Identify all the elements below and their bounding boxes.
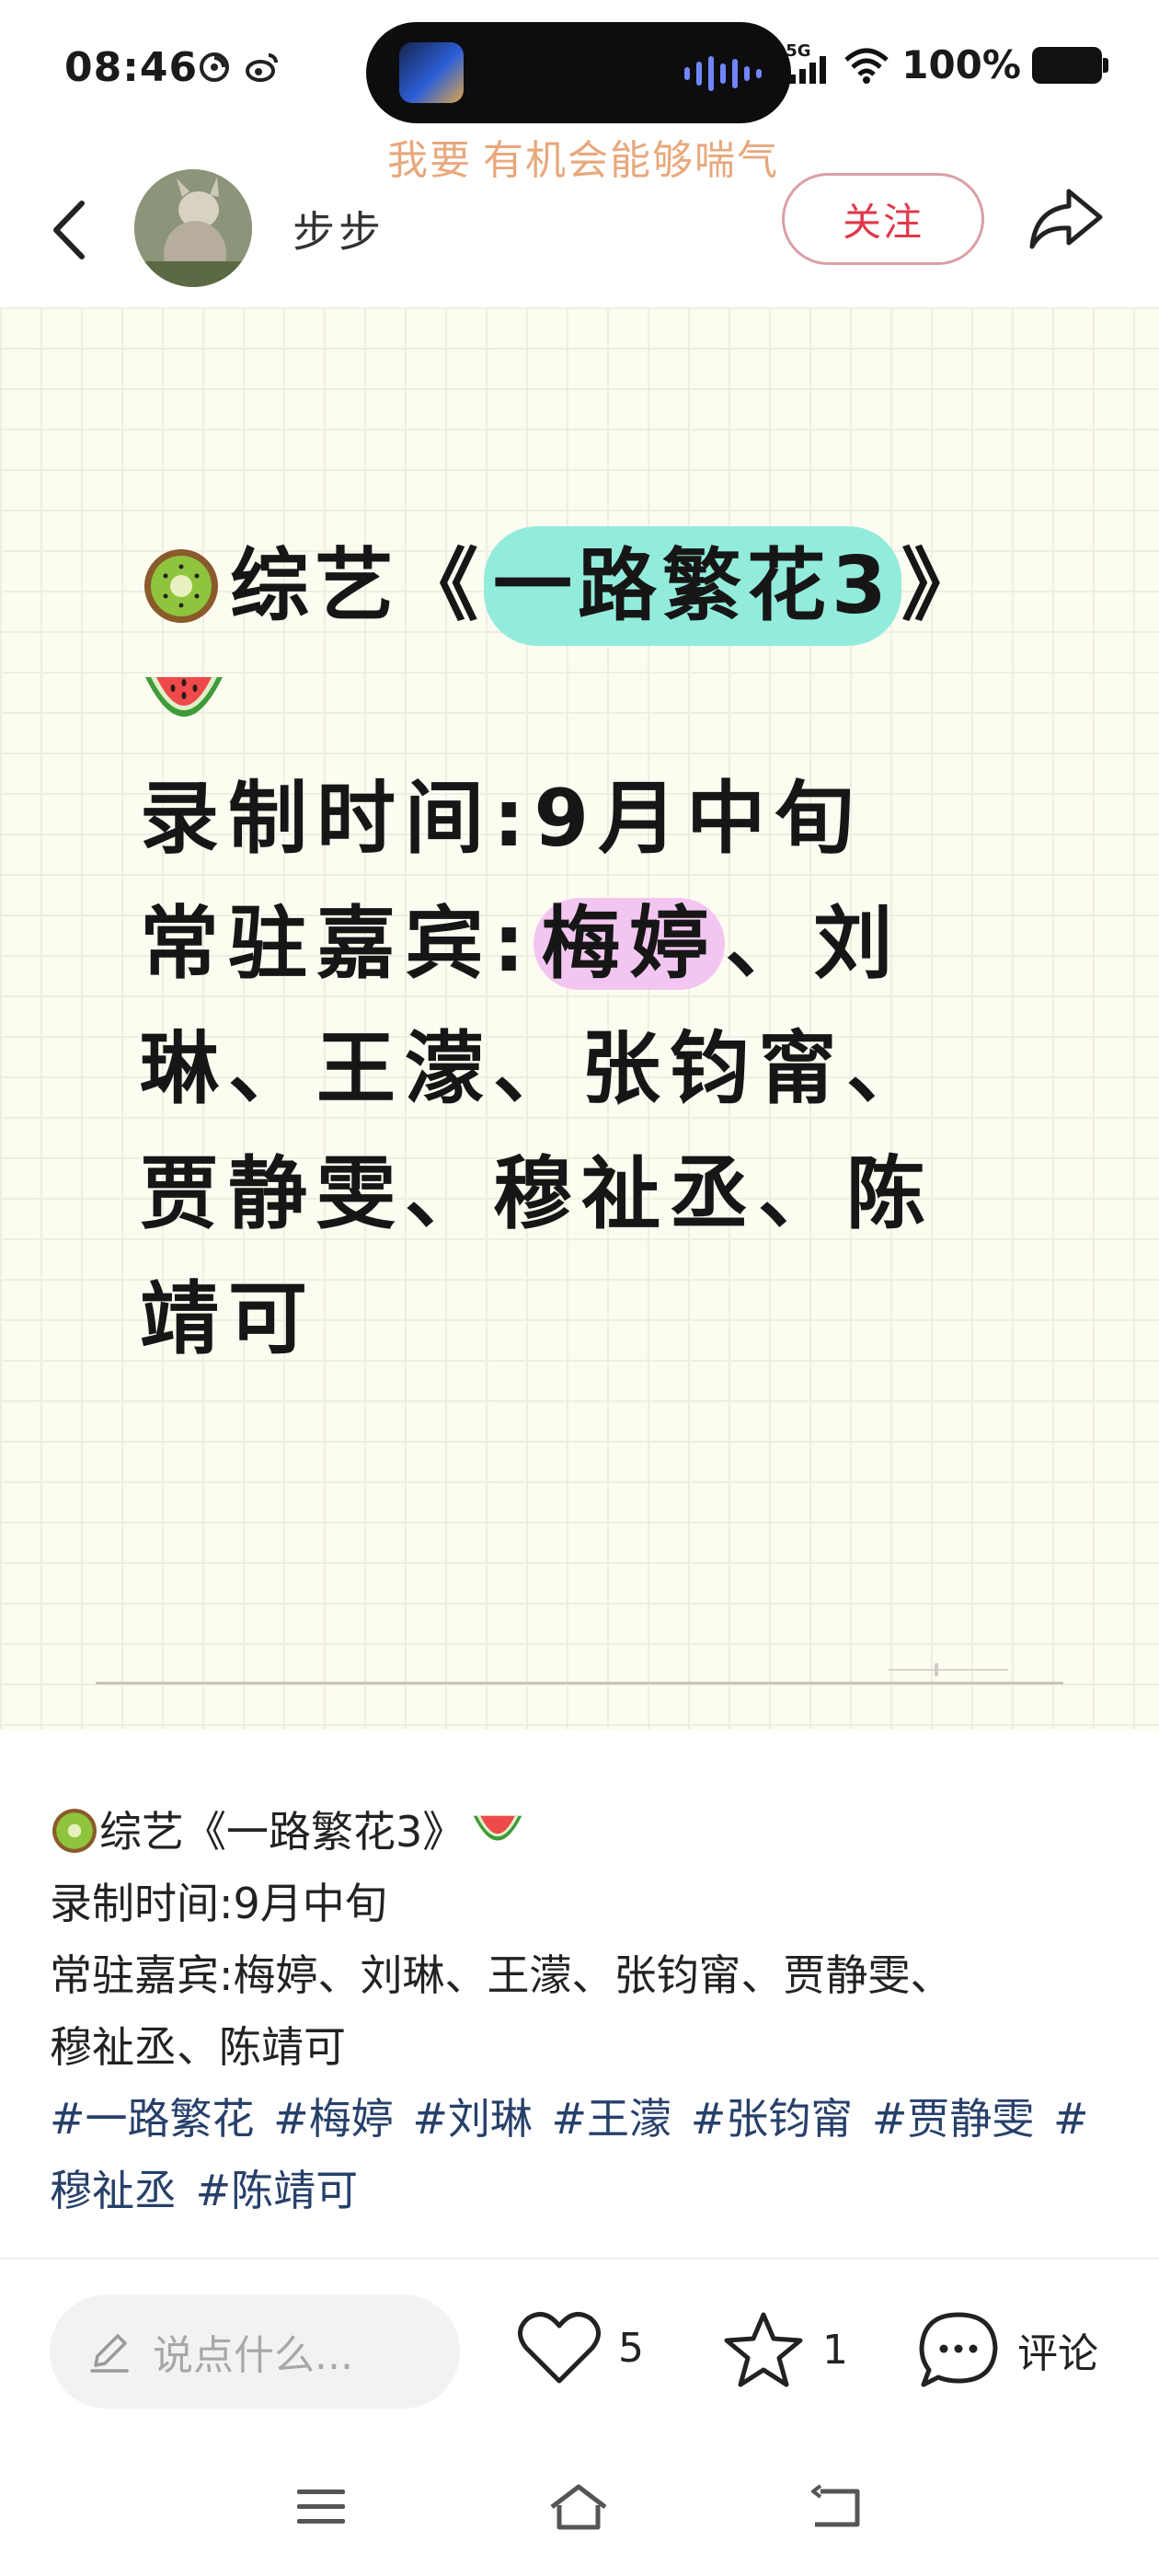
image-guests-highlight: 梅婷	[534, 898, 726, 990]
star-icon	[724, 2312, 803, 2387]
weibo-notification-icon	[200, 52, 229, 82]
media-thumbnail	[399, 42, 464, 103]
weibo-logo-icon	[246, 53, 278, 82]
like-button[interactable]: 5	[517, 2309, 644, 2386]
image-guests-line-1: 常驻嘉宾:梅婷、刘	[140, 881, 1041, 1006]
comment-placeholder: 说点什么...	[153, 2332, 353, 2379]
pencil-icon	[90, 2334, 129, 2373]
tag-link[interactable]: #一路繁花	[50, 2094, 255, 2144]
nav-back-button[interactable]	[795, 2466, 878, 2548]
heart-icon	[518, 2312, 601, 2384]
battery-icon	[1032, 46, 1108, 84]
image-watermark	[889, 1663, 1008, 1676]
watermelon-emoji-icon	[145, 677, 223, 717]
image-guests-suffix: 、刘	[725, 898, 902, 990]
tag-link[interactable]: #	[1053, 2094, 1089, 2144]
post-record-line: 录制时间:9月中旬	[50, 1879, 387, 1928]
image-guests-line-3: 贾静雯、穆祉丞、陈	[140, 1148, 935, 1240]
wifi-icon	[844, 48, 889, 84]
image-emoji-line	[140, 646, 1041, 756]
return-icon	[811, 2484, 860, 2527]
tag-link[interactable]: #王濛	[552, 2094, 672, 2144]
post-tags-line-1: #一路繁花 #梅婷 #刘琳 #王濛 #张钧甯 #贾静雯 #	[50, 2083, 1117, 2155]
menu-icon	[297, 2490, 345, 2524]
like-count: 5	[618, 2324, 644, 2372]
tag-link[interactable]: #贾静雯	[872, 2094, 1035, 2144]
tag-link[interactable]: #梅婷	[273, 2094, 394, 2144]
kiwi-emoji-icon	[52, 1809, 97, 1853]
image-guests-prefix: 常驻嘉宾:	[140, 898, 534, 990]
avatar[interactable]	[134, 169, 252, 287]
post-guests-line-1: 常驻嘉宾:梅婷、刘琳、王濛、张钧甯、贾静雯、	[50, 1950, 953, 2000]
status-notification-icons	[195, 48, 281, 86]
tag-link[interactable]: 穆祉丞	[50, 2166, 177, 2215]
chat-bubble-icon	[919, 2312, 998, 2387]
image-text-block: 综艺《 一路繁花3 》 录制时间:9月中旬 常驻嘉宾:梅婷、刘 琳、王濛、张钧甯、 …	[140, 526, 1041, 1382]
signal-icon: 5G	[786, 41, 832, 86]
image-divider	[96, 1682, 1063, 1685]
image-title-suffix: 》	[901, 540, 986, 632]
status-time: 08:46	[64, 44, 199, 91]
battery-percent: 100%	[901, 42, 1021, 87]
action-bar-divider	[0, 2258, 1159, 2260]
tag-link[interactable]: #陈靖可	[196, 2166, 359, 2215]
back-button[interactable]	[37, 184, 101, 276]
post-title-line: 综艺《一路繁花3》	[50, 1796, 1117, 1868]
image-title: 综艺《 一路繁花3 》	[140, 526, 1041, 646]
follow-button[interactable]: 关注	[782, 173, 984, 265]
comment-label: 评论	[1017, 2330, 1098, 2377]
watermelon-emoji-icon	[474, 1815, 522, 1841]
post-body: 综艺《一路繁花3》 录制时间:9月中旬 常驻嘉宾:梅婷、刘琳、王濛、张钧甯、贾静…	[50, 1796, 1117, 2226]
image-record-time: 录制时间:9月中旬	[140, 773, 864, 865]
post-guests-line-2: 穆祉丞、陈靖可	[50, 2022, 346, 2072]
tag-link[interactable]: #刘琳	[412, 2094, 533, 2144]
status-bar: 08:46 5G 100%	[0, 0, 1159, 147]
share-button[interactable]	[1025, 177, 1107, 259]
audio-wave-icon	[684, 55, 762, 92]
action-bar: 说点什么... 5 1 评论	[0, 2291, 1159, 2410]
nav-home-button[interactable]	[537, 2466, 620, 2548]
post-header: 步步 关注	[0, 156, 1159, 304]
chevron-left-icon	[53, 201, 85, 259]
image-title-highlight: 一路繁花3	[484, 526, 901, 646]
favorite-button[interactable]: 1	[721, 2309, 848, 2390]
kiwi-emoji-icon	[144, 549, 218, 623]
author-name[interactable]: 步步	[293, 199, 384, 259]
share-arrow-icon	[1029, 189, 1103, 249]
status-indicators: 5G 100%	[786, 41, 1108, 87]
system-nav-bar	[0, 2466, 1159, 2548]
avatar-image	[134, 169, 252, 287]
nav-menu-button[interactable]	[280, 2466, 362, 2548]
dynamic-island[interactable]	[366, 22, 791, 123]
post-title-text: 综艺《一路繁花3》	[99, 1807, 465, 1857]
image-title-prefix: 综艺《	[230, 540, 484, 632]
post-image[interactable]: 综艺《 一路繁花3 》 录制时间:9月中旬 常驻嘉宾:梅婷、刘 琳、王濛、张钧甯、 …	[0, 307, 1159, 1730]
comment-input[interactable]: 说点什么...	[50, 2294, 460, 2409]
post-tags-line-2: 穆祉丞 #陈靖可	[50, 2155, 1117, 2226]
home-icon	[550, 2484, 607, 2530]
comment-button[interactable]: 评论	[916, 2309, 1098, 2390]
image-guests-line-2: 琳、王濛、张钧甯、	[140, 1023, 935, 1115]
image-guests-line-4: 靖可	[140, 1273, 316, 1365]
favorite-count: 1	[822, 2326, 848, 2374]
tag-link[interactable]: #张钧甯	[691, 2094, 854, 2144]
